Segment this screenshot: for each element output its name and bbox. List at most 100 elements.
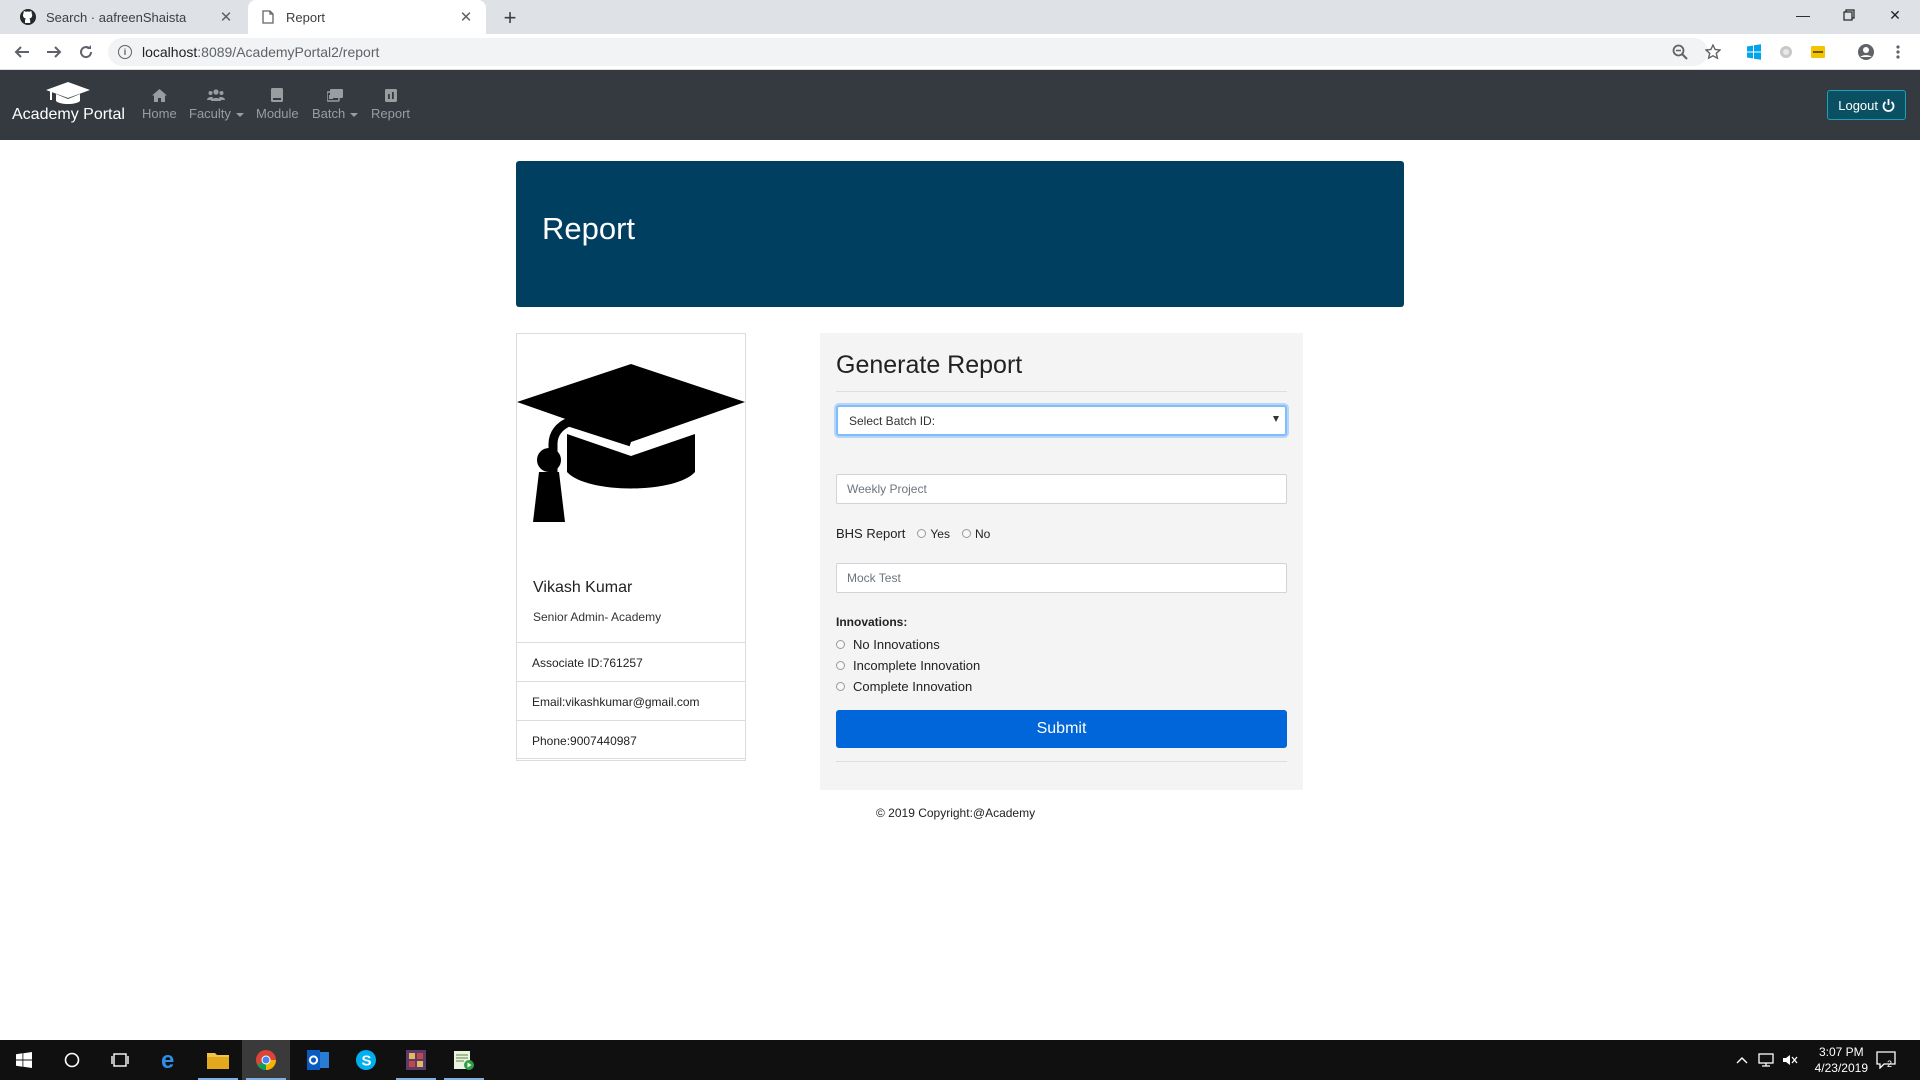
reload-icon[interactable] bbox=[74, 40, 98, 64]
profile-name: Vikash Kumar bbox=[533, 579, 633, 596]
clock-date: 4/23/2019 bbox=[1814, 1061, 1868, 1075]
kebab-menu-icon[interactable] bbox=[1888, 42, 1908, 62]
innovation-none-radio[interactable] bbox=[836, 640, 845, 649]
bhs-yes-radio[interactable] bbox=[917, 529, 927, 538]
batch-id-select-value: Select Batch ID: bbox=[849, 414, 936, 428]
clock-time: 3:07 PM bbox=[1818, 1045, 1864, 1059]
network-icon[interactable] bbox=[1758, 1040, 1774, 1080]
profile-card: Vikash Kumar Senior Admin- Academy Assoc… bbox=[516, 333, 746, 761]
new-tab-button[interactable]: + bbox=[498, 5, 522, 31]
outlook-icon[interactable] bbox=[294, 1040, 342, 1080]
close-window-icon[interactable]: ✕ bbox=[1872, 0, 1918, 30]
media-app-icon[interactable] bbox=[440, 1040, 488, 1080]
form-title: Generate Report bbox=[836, 351, 1023, 379]
app-navbar: Academy Portal Home Faculty Module Batch… bbox=[0, 70, 1920, 140]
close-icon[interactable]: ✕ bbox=[218, 8, 234, 26]
windows-extension-icon[interactable] bbox=[1744, 42, 1764, 62]
svg-text:e: e bbox=[161, 1049, 174, 1071]
notification-center-icon[interactable]: 2 bbox=[1876, 1040, 1896, 1080]
account-icon[interactable] bbox=[1856, 42, 1876, 62]
nav-module[interactable]: Module bbox=[256, 86, 299, 121]
extension-yellow-icon[interactable] bbox=[1808, 42, 1828, 62]
weekly-project-input[interactable] bbox=[836, 474, 1287, 504]
innovation-option-none[interactable]: No Innovations bbox=[836, 637, 940, 652]
profile-associate-id: Associate ID:761257 bbox=[516, 642, 746, 681]
notification-count: 2 bbox=[1887, 1059, 1892, 1069]
bhs-yes-label: Yes bbox=[930, 526, 950, 541]
graduation-cap-icon bbox=[517, 364, 745, 522]
divider bbox=[836, 391, 1287, 392]
nav-batch[interactable]: Batch bbox=[312, 86, 359, 121]
windows-start-icon[interactable] bbox=[0, 1040, 48, 1080]
batch-icon bbox=[327, 86, 344, 104]
skype-icon[interactable]: S bbox=[342, 1040, 390, 1080]
volume-muted-icon[interactable] bbox=[1782, 1040, 1798, 1080]
edge-browser-icon[interactable]: e bbox=[146, 1040, 194, 1080]
bhs-no-label: No bbox=[974, 526, 991, 541]
nav-home-label: Home bbox=[142, 106, 177, 121]
batch-id-select[interactable]: Select Batch ID: bbox=[836, 405, 1287, 436]
report-icon bbox=[384, 86, 397, 104]
tab-title: Search · aafreenShaista bbox=[46, 9, 187, 25]
mock-test-input[interactable] bbox=[836, 563, 1287, 593]
chevron-down-icon bbox=[350, 112, 359, 117]
brand-link[interactable]: Academy Portal bbox=[12, 82, 125, 124]
close-icon[interactable]: ✕ bbox=[458, 8, 474, 26]
logout-label: Logout bbox=[1838, 97, 1878, 113]
nav-faculty[interactable]: Faculty bbox=[189, 86, 244, 121]
nav-batch-label: Batch bbox=[312, 106, 346, 121]
url-host: localhost bbox=[142, 44, 198, 60]
minimize-icon[interactable]: — bbox=[1780, 0, 1826, 30]
tab-github-search[interactable]: Search · aafreenShaista ✕ bbox=[8, 0, 246, 34]
star-icon[interactable] bbox=[1703, 42, 1723, 62]
brand-text: Academy Portal bbox=[12, 106, 125, 123]
bhs-report-label: BHS Report bbox=[836, 526, 906, 541]
page-icon bbox=[260, 9, 276, 25]
tab-title: Report bbox=[286, 9, 326, 25]
task-view-icon[interactable] bbox=[96, 1040, 144, 1080]
svg-text:S: S bbox=[362, 1053, 372, 1070]
profile-email: Email:vikashkumar@gmail.com bbox=[516, 681, 746, 720]
tab-report[interactable]: Report ✕ bbox=[248, 0, 486, 34]
innovation-complete-label: Complete Innovation bbox=[853, 679, 973, 694]
bhs-yes-option[interactable]: Yes bbox=[917, 527, 950, 541]
chevron-down-icon bbox=[235, 112, 244, 117]
bhs-no-option[interactable]: No bbox=[961, 526, 991, 541]
restore-icon[interactable] bbox=[1826, 0, 1872, 30]
book-icon bbox=[271, 86, 284, 104]
footer-copyright: © 2019 Copyright:@Academy bbox=[876, 806, 1036, 820]
generate-report-form: Generate Report Select Batch ID: BHS Rep… bbox=[820, 333, 1303, 790]
github-icon bbox=[20, 9, 36, 25]
bhs-no-radio[interactable] bbox=[961, 529, 971, 538]
back-arrow-icon[interactable] bbox=[10, 40, 34, 64]
file-explorer-icon[interactable] bbox=[194, 1040, 242, 1080]
address-bar[interactable]: i localhost:8089/AcademyPortal2/report bbox=[108, 38, 1708, 66]
chrome-icon[interactable] bbox=[242, 1040, 290, 1080]
innovation-complete-radio[interactable] bbox=[836, 682, 845, 691]
nav-report[interactable]: Report bbox=[371, 86, 410, 121]
nav-module-label: Module bbox=[256, 106, 299, 121]
tray-chevron-up-icon[interactable] bbox=[1736, 1040, 1748, 1080]
browser-tab-bar: Search · aafreenShaista ✕ Report ✕ + — ✕ bbox=[0, 0, 1920, 34]
divider bbox=[836, 761, 1287, 762]
chevron-down-icon bbox=[1273, 416, 1279, 422]
innovation-incomplete-radio[interactable] bbox=[836, 661, 845, 670]
search-circle-icon[interactable] bbox=[48, 1040, 96, 1080]
forward-arrow-icon[interactable] bbox=[42, 40, 66, 64]
taskbar-clock[interactable]: 3:07 PM 4/23/2019 bbox=[1815, 1044, 1868, 1076]
extension-circle-icon[interactable] bbox=[1776, 42, 1796, 62]
zoom-icon[interactable] bbox=[1670, 42, 1690, 62]
bhs-report-group: BHS Report Yes No bbox=[836, 526, 990, 541]
innovations-label: Innovations: bbox=[836, 615, 908, 629]
innovation-option-complete[interactable]: Complete Innovation bbox=[836, 679, 972, 694]
profile-role: Senior Admin- Academy bbox=[533, 610, 662, 624]
users-icon bbox=[207, 86, 226, 104]
app-grid-icon[interactable] bbox=[392, 1040, 440, 1080]
submit-button[interactable]: Submit bbox=[836, 710, 1287, 748]
logout-button[interactable]: Logout bbox=[1827, 90, 1906, 120]
nav-home[interactable]: Home bbox=[142, 86, 177, 121]
url-path: :8089/AcademyPortal2/report bbox=[197, 44, 380, 60]
browser-toolbar: i localhost:8089/AcademyPortal2/report bbox=[0, 34, 1920, 70]
info-icon[interactable]: i bbox=[118, 45, 132, 59]
innovation-option-incomplete[interactable]: Incomplete Innovation bbox=[836, 658, 980, 673]
